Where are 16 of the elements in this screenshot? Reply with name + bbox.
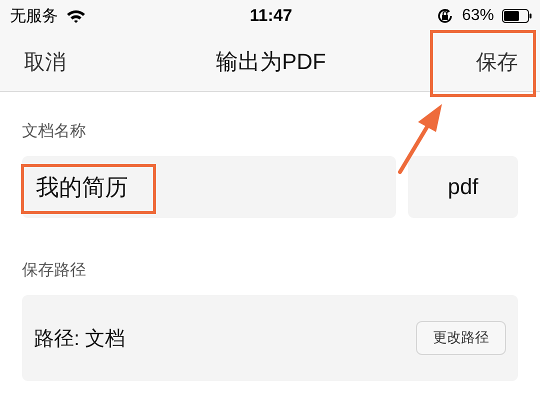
battery-percent: 63% xyxy=(462,7,494,25)
section-label: 文档名称 xyxy=(22,122,86,142)
name-field[interactable]: 我的简历 xyxy=(22,156,396,218)
field-value: 我的简历 xyxy=(36,172,128,202)
battery-icon xyxy=(502,9,532,23)
carrier-text: 无服务 xyxy=(10,6,58,26)
cancel-button[interactable]: 取消 xyxy=(24,48,66,76)
clock-time: 11:47 xyxy=(250,6,292,26)
extension-field[interactable]: pdf xyxy=(408,156,518,218)
section-label: 保存路径 xyxy=(22,261,86,281)
wifi-icon xyxy=(66,9,86,23)
save-button[interactable]: 保存 xyxy=(476,48,518,76)
change-path-button[interactable]: 更改路径 xyxy=(416,321,506,355)
path-text: 路径: 文档 xyxy=(34,326,126,352)
screen-title: 输出为PDF xyxy=(216,48,326,76)
rotation-lock-icon xyxy=(436,7,454,25)
